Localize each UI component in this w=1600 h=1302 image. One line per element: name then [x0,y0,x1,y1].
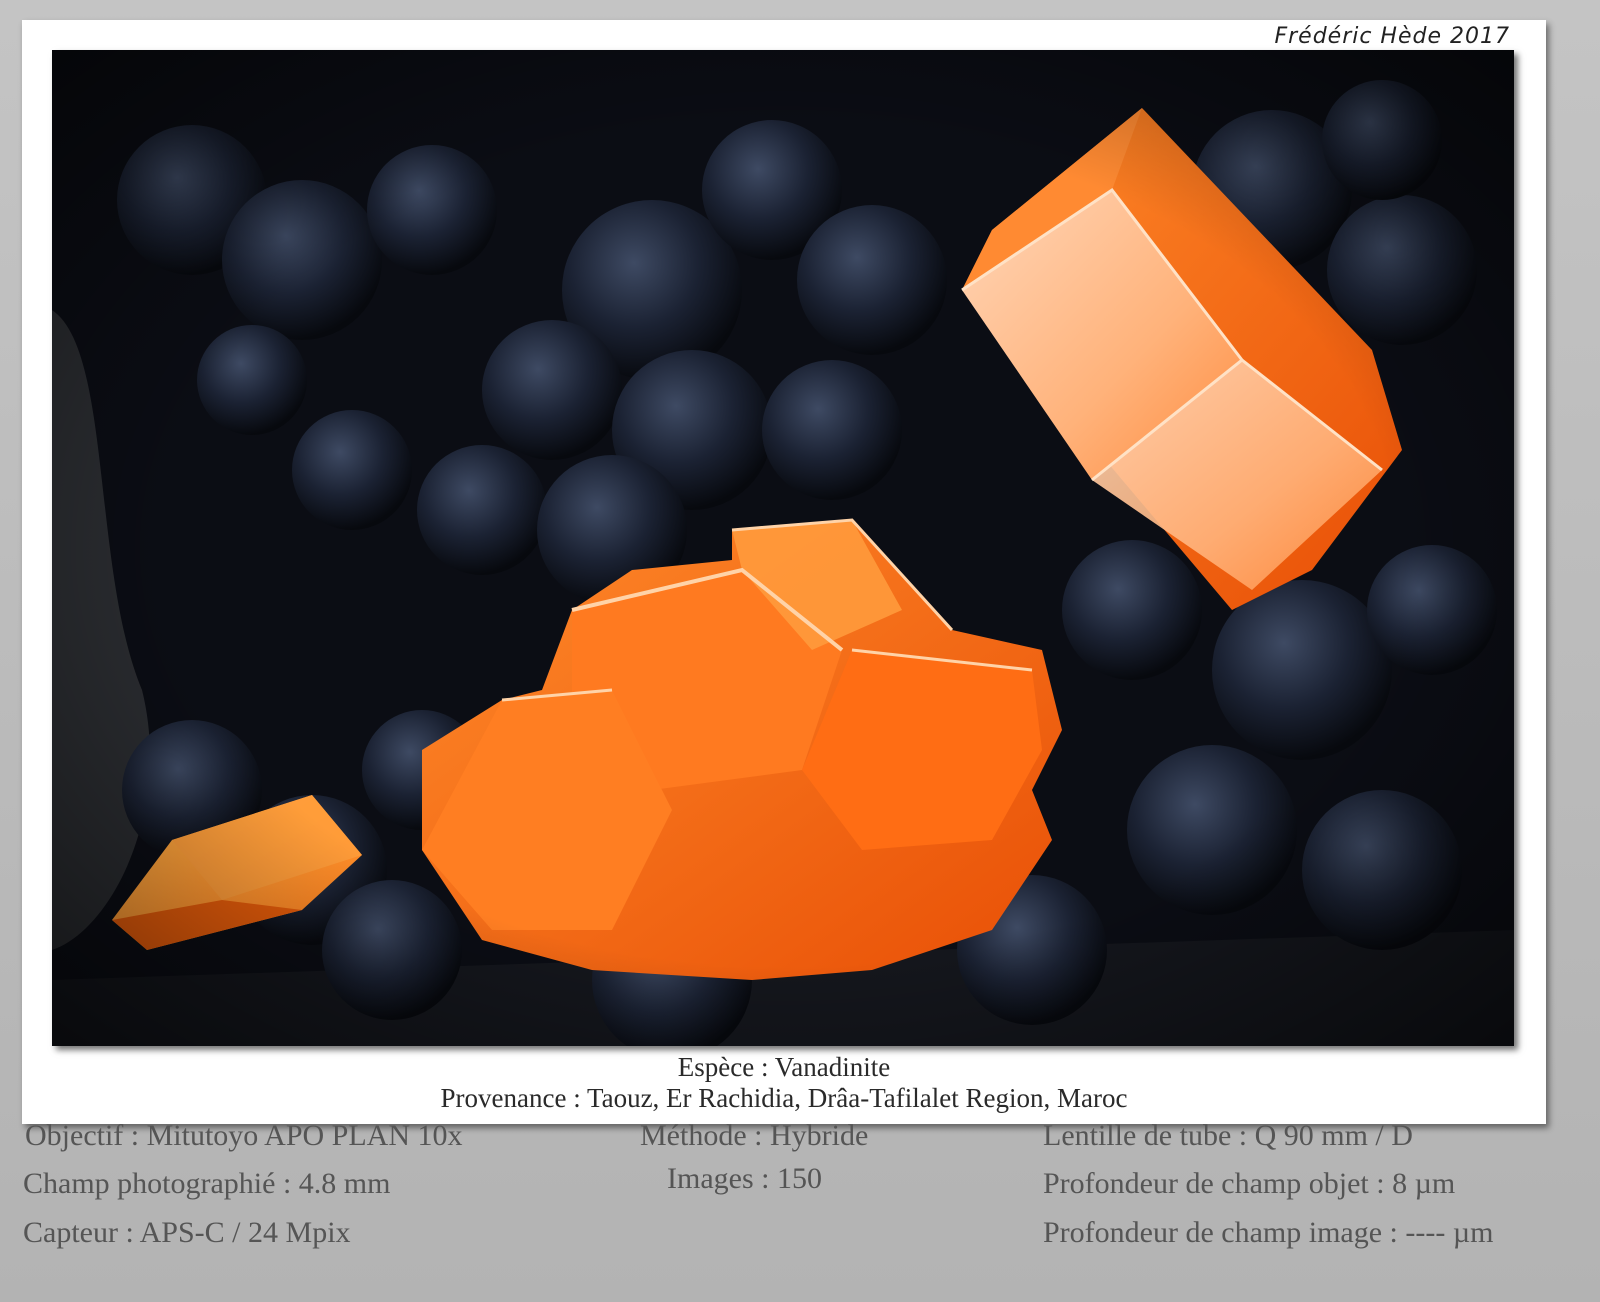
photo-frame: Frédéric Hède 2017 Espèce: Vanadinite P… [0,0,1600,1302]
dof-object-spec: Profondeur de champ objet : 8 µm [1043,1167,1456,1200]
sensor-spec: Capteur : APS-C / 24 Mpix [23,1216,351,1249]
field-spec: Champ photographié : 4.8 mm [23,1167,391,1200]
objective-spec: Objectif : Mitutoyo APO PLAN 10x [25,1119,463,1152]
species-label: Espèce : Vanadinite [677,1052,891,1082]
provenance-label: Provenance : Taouz, Er Rachidia, Drâa-Ta… [440,1083,1128,1113]
technical-specs: Objectif : Mitutoyo APO PLAN 10x Champ p… [0,1119,1600,1302]
specimen-caption: Espèce : Vanadinite Provenance : Taouz, … [22,1052,1546,1114]
mineral-photo-svg [52,50,1514,1046]
photo-card: Frédéric Hède 2017 Espèce: Vanadinite P… [22,20,1546,1124]
photographer-credit: Frédéric Hède 2017 [1274,24,1510,49]
method-spec: Méthode : Hybride [640,1119,869,1152]
tube-lens-spec: Lentille de tube : Q 90 mm / D [1043,1119,1413,1152]
dof-image-spec: Profondeur de champ image : ---- µm [1043,1216,1494,1249]
images-spec: Images : 150 [667,1162,822,1195]
mineral-photograph [52,50,1514,1046]
